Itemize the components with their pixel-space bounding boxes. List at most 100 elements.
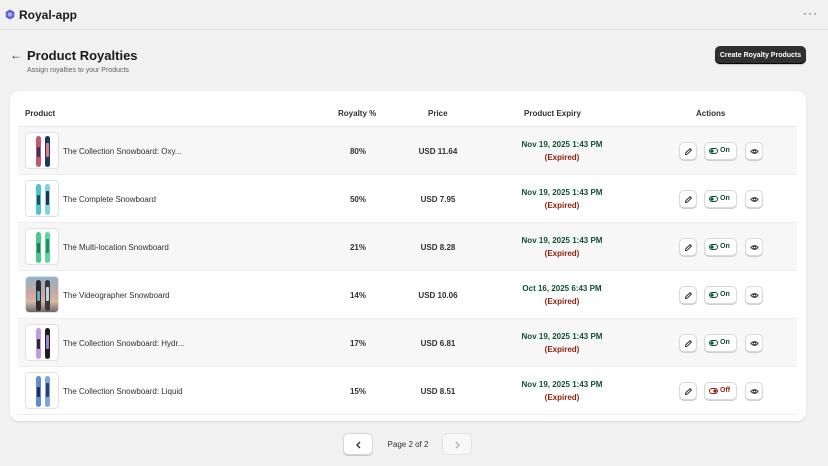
royalty-value: 15% bbox=[349, 387, 366, 396]
chevron-left-icon bbox=[356, 441, 361, 449]
back-arrow-icon[interactable]: ← bbox=[10, 48, 22, 62]
edit-button[interactable] bbox=[679, 286, 697, 304]
toggle-on-icon bbox=[709, 244, 718, 250]
expiry-cell: Nov 19, 2025 1:43 PM (Expired) bbox=[492, 188, 632, 210]
column-header-price: Price bbox=[428, 109, 448, 118]
price-value: USD 6.81 bbox=[420, 339, 456, 348]
price-value: USD 8.28 bbox=[420, 243, 456, 252]
product-thumbnail bbox=[25, 324, 59, 361]
edit-button[interactable] bbox=[679, 190, 697, 208]
royalty-toggle-button[interactable]: On bbox=[704, 238, 737, 256]
expiry-date: Nov 19, 2025 1:43 PM bbox=[521, 140, 603, 149]
snowboard-image bbox=[36, 184, 50, 215]
expiry-status: (Expired) bbox=[544, 345, 580, 354]
edit-icon bbox=[684, 195, 693, 204]
royalty-toggle-button[interactable]: On bbox=[704, 286, 737, 304]
expiry-status: (Expired) bbox=[544, 153, 580, 162]
product-name[interactable]: The Multi-location Snowboard bbox=[63, 243, 169, 252]
snowboard-image bbox=[36, 376, 50, 407]
view-button[interactable] bbox=[745, 190, 763, 208]
edit-button[interactable] bbox=[679, 382, 697, 400]
table-row: The Multi-location Snowboard 21% USD 8.2… bbox=[18, 223, 797, 271]
toggle-label: On bbox=[720, 339, 730, 346]
expiry-status: (Expired) bbox=[544, 297, 580, 306]
page-subtitle: Assign royalties to your Products bbox=[27, 67, 129, 74]
toggle-on-icon bbox=[709, 196, 718, 202]
column-header-product: Product bbox=[25, 109, 56, 118]
view-icon bbox=[750, 293, 759, 298]
expiry-cell: Nov 19, 2025 1:43 PM (Expired) bbox=[492, 140, 632, 162]
expiry-date: Oct 16, 2025 6:43 PM bbox=[522, 284, 602, 293]
table-row: The Collection Snowboard: Hydr... 17% US… bbox=[18, 319, 797, 367]
table-header: Product Royalty % Price Product Expiry A… bbox=[18, 101, 797, 127]
product-name[interactable]: The Collection Snowboard: Hydr... bbox=[63, 339, 184, 348]
edit-button[interactable] bbox=[679, 238, 697, 256]
toggle-label: On bbox=[720, 195, 730, 202]
page-indicator: Page 2 of 2 bbox=[387, 440, 429, 449]
edit-button[interactable] bbox=[679, 142, 697, 160]
expiry-date: Nov 19, 2025 1:43 PM bbox=[521, 380, 603, 389]
snowboard-image bbox=[36, 232, 50, 263]
top-bar: Royal-app ··· bbox=[0, 0, 828, 30]
table-row: The Videographer Snowboard 14% USD 10.06… bbox=[18, 271, 797, 319]
royalties-table-card: Product Royalty % Price Product Expiry A… bbox=[10, 91, 806, 421]
product-thumbnail bbox=[25, 372, 59, 409]
pagination: Page 2 of 2 bbox=[343, 433, 472, 455]
view-button[interactable] bbox=[745, 286, 763, 304]
toggle-label: Off bbox=[720, 387, 731, 394]
product-thumbnail bbox=[25, 228, 59, 265]
view-icon bbox=[750, 341, 759, 346]
view-icon bbox=[750, 197, 759, 202]
snowboard-image bbox=[36, 328, 50, 359]
previous-page-button[interactable] bbox=[343, 433, 373, 455]
royalty-toggle-button[interactable]: On bbox=[704, 190, 737, 208]
app-title: Royal-app bbox=[19, 8, 78, 22]
royalty-value: 80% bbox=[349, 147, 366, 156]
royalty-value: 17% bbox=[349, 339, 366, 348]
edit-icon bbox=[684, 339, 693, 348]
column-header-actions: Actions bbox=[696, 109, 726, 118]
royalty-value: 21% bbox=[349, 243, 366, 252]
view-button[interactable] bbox=[745, 238, 763, 256]
product-name[interactable]: The Complete Snowboard bbox=[63, 195, 156, 204]
product-thumbnail bbox=[25, 180, 59, 217]
product-name[interactable]: The Collection Snowboard: Liquid bbox=[63, 387, 183, 396]
table-row: The Collection Snowboard: Liquid 15% USD… bbox=[18, 367, 797, 415]
app-logo-icon bbox=[5, 9, 15, 20]
price-value: USD 11.64 bbox=[418, 147, 458, 156]
royalty-toggle-button[interactable]: On bbox=[704, 142, 737, 160]
edit-button[interactable] bbox=[679, 334, 697, 352]
expiry-date: Nov 19, 2025 1:43 PM bbox=[521, 332, 603, 341]
expiry-cell: Oct 16, 2025 6:43 PM (Expired) bbox=[492, 284, 632, 306]
edit-icon bbox=[684, 147, 693, 156]
view-button[interactable] bbox=[745, 334, 763, 352]
expiry-date: Nov 19, 2025 1:43 PM bbox=[521, 188, 603, 197]
toggle-label: On bbox=[720, 243, 730, 250]
expiry-status: (Expired) bbox=[544, 249, 580, 258]
toggle-on-icon bbox=[709, 148, 718, 154]
view-button[interactable] bbox=[745, 382, 763, 400]
create-royalty-products-button[interactable]: Create Royalty Products bbox=[715, 46, 806, 64]
column-header-expiry: Product Expiry bbox=[524, 109, 581, 118]
royalty-toggle-button[interactable]: On bbox=[704, 334, 737, 352]
toggle-label: On bbox=[720, 147, 730, 154]
product-name[interactable]: The Collection Snowboard: Oxy... bbox=[63, 147, 182, 156]
expiry-cell: Nov 19, 2025 1:43 PM (Expired) bbox=[492, 236, 632, 258]
price-value: USD 8.51 bbox=[420, 387, 456, 396]
product-thumbnail bbox=[25, 132, 59, 169]
snowboard-image bbox=[36, 136, 50, 167]
next-page-button[interactable] bbox=[442, 433, 472, 455]
expiry-date: Nov 19, 2025 1:43 PM bbox=[521, 236, 603, 245]
view-button[interactable] bbox=[745, 142, 763, 160]
product-thumbnail bbox=[25, 276, 59, 313]
page-title: Product Royalties bbox=[27, 48, 138, 63]
edit-icon bbox=[684, 387, 693, 396]
divider bbox=[0, 29, 828, 30]
more-icon[interactable]: ··· bbox=[803, 6, 818, 20]
royalty-toggle-button[interactable]: Off bbox=[704, 382, 737, 400]
toggle-on-icon bbox=[709, 340, 718, 346]
product-name[interactable]: The Videographer Snowboard bbox=[63, 291, 170, 300]
table-row: The Complete Snowboard 50% USD 7.95 Nov … bbox=[18, 175, 797, 223]
toggle-label: On bbox=[720, 291, 730, 298]
view-icon bbox=[750, 245, 759, 250]
